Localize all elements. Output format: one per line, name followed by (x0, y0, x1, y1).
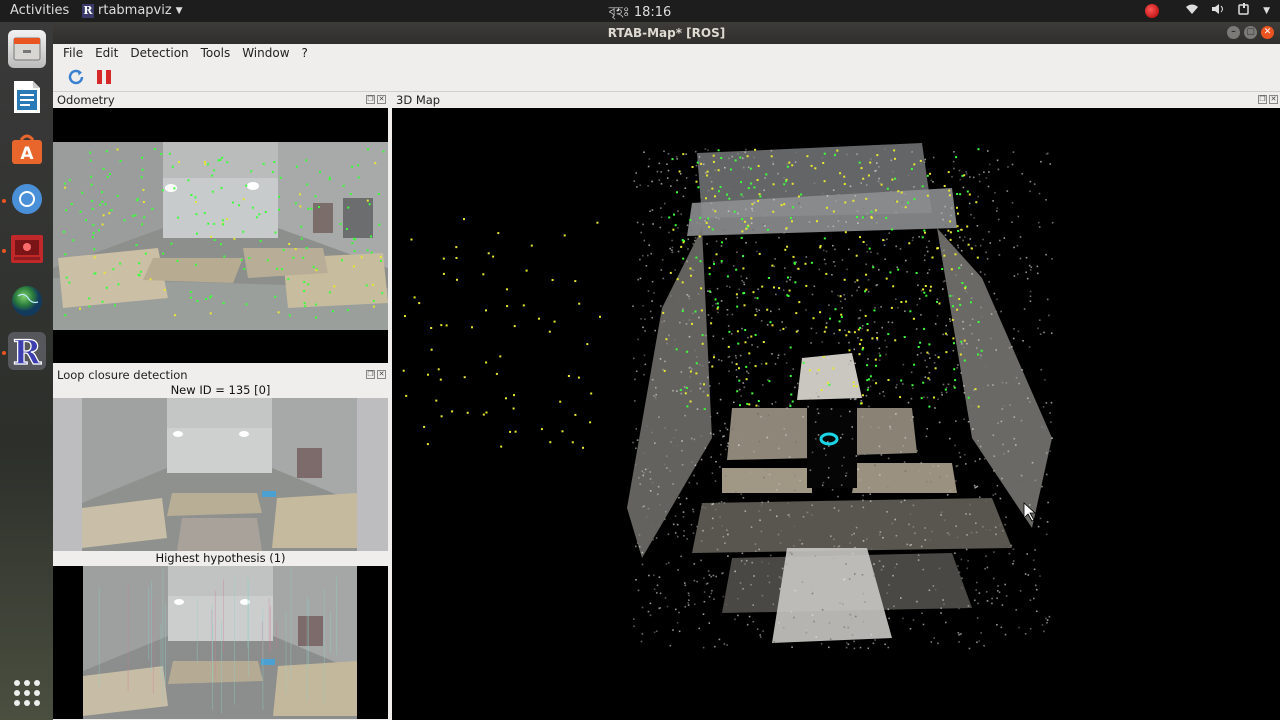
new-id-caption: New ID = 135 [0] (170, 383, 271, 397)
refresh-icon[interactable] (67, 68, 85, 86)
loop-closure-title: Loop closure detection (57, 368, 188, 382)
wifi-icon (1185, 3, 1199, 18)
globe-icon[interactable] (8, 282, 46, 320)
loop-closure-view[interactable]: New ID = 135 [0] Highest hypothesis (1) (53, 383, 388, 720)
system-tray[interactable]: ▼ (1145, 3, 1270, 18)
float-icon[interactable]: ❐ (1258, 95, 1267, 104)
close-icon[interactable]: ✕ (1269, 95, 1278, 104)
svg-text:R: R (13, 333, 42, 369)
grid-icon[interactable] (14, 680, 40, 706)
hypothesis-caption: Highest hypothesis (1) (155, 551, 286, 565)
svg-text:A: A (20, 144, 34, 164)
hypothesis-image-frame (53, 566, 388, 719)
odometry-image (53, 142, 388, 330)
chromium-icon[interactable] (8, 180, 46, 218)
app-name-label: rtabmapviz (98, 3, 172, 18)
running-indicator (2, 351, 6, 355)
menu-bar: File Edit Detection Tools Window ? (53, 44, 1280, 62)
map3d-view[interactable] (392, 108, 1280, 720)
point-cloud (402, 143, 1054, 650)
running-indicator (2, 249, 6, 253)
clock[interactable]: বৃহঃ 18:16 (0, 3, 1280, 24)
loop-closure-panel: Loop closure detection ❐ ✕ New ID = 135 [… (53, 367, 388, 720)
menu-file[interactable]: File (57, 46, 89, 60)
odometry-camera-view[interactable] (53, 108, 388, 363)
menu-detection[interactable]: Detection (124, 46, 194, 60)
writer-icon[interactable] (8, 78, 46, 116)
minimize-icon[interactable]: – (1227, 26, 1240, 39)
screen-recorder-icon[interactable] (8, 230, 46, 268)
window-titlebar[interactable]: RTAB-Map* [ROS] – ▢ ✕ (53, 22, 1280, 44)
toolbar (53, 62, 1280, 92)
software-center-icon[interactable]: A (8, 130, 46, 168)
app-menu[interactable]: R rtabmapviz ▼ (82, 3, 183, 18)
menu-help[interactable]: ? (296, 46, 314, 60)
power-icon (1237, 3, 1251, 18)
menu-window[interactable]: Window (236, 46, 295, 60)
close-icon[interactable]: ✕ (377, 95, 386, 104)
volume-icon (1211, 3, 1225, 18)
close-icon[interactable]: ✕ (1261, 26, 1274, 39)
chevron-down-icon: ▼ (175, 5, 183, 16)
hypothesis-image (83, 566, 357, 719)
activities-button[interactable]: Activities (10, 3, 69, 18)
running-indicator (2, 199, 6, 203)
maximize-icon[interactable]: ▢ (1244, 26, 1257, 39)
dock: A R (0, 22, 53, 720)
odometry-panel: Odometry ❐ ✕ (53, 92, 388, 363)
recording-indicator-icon[interactable] (1145, 3, 1160, 18)
odometry-title: Odometry (57, 93, 115, 107)
menu-edit[interactable]: Edit (89, 46, 124, 60)
files-icon[interactable] (8, 30, 46, 68)
map3d-title: 3D Map (396, 93, 441, 107)
rtabmap-window: RTAB-Map* [ROS] – ▢ ✕ File Edit Detectio… (53, 22, 1280, 720)
chevron-down-icon: ▼ (1263, 5, 1270, 16)
top-bar: Activities R rtabmapviz ▼ বৃহঃ 18:16 ▼ (0, 0, 1280, 22)
rtabmap-small-icon: R (82, 3, 94, 18)
map3d-panel: 3D Map ❐ ✕ (392, 92, 1280, 720)
float-icon[interactable]: ❐ (366, 370, 375, 379)
menu-tools[interactable]: Tools (195, 46, 237, 60)
window-title: RTAB-Map* [ROS] (607, 26, 726, 40)
pause-icon[interactable] (95, 68, 113, 86)
float-icon[interactable]: ❐ (366, 95, 375, 104)
rtabmap-icon[interactable]: R (8, 332, 46, 370)
new-id-image-frame (53, 398, 388, 551)
close-icon[interactable]: ✕ (377, 370, 386, 379)
new-id-image (82, 398, 357, 551)
